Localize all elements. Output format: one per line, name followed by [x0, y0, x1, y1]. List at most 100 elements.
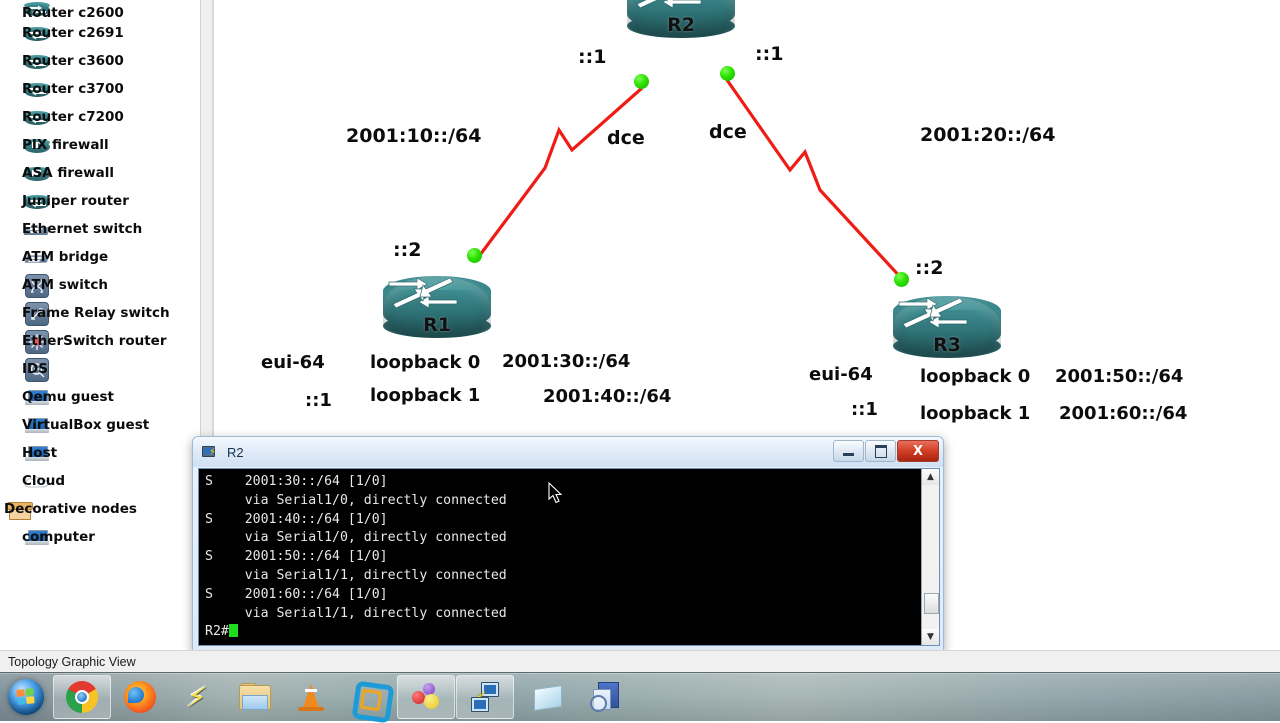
label-dce-right: dce	[709, 121, 747, 143]
sidebar-item-qemu-guest[interactable]: Qemu guest	[0, 384, 200, 412]
label-r1-loopback1: loopback 1	[370, 385, 481, 406]
router-label-r3: R3	[933, 334, 961, 356]
taskbar-winamp[interactable]: ⚡	[169, 676, 225, 718]
sidebar-item-cloud[interactable]: Cloud	[0, 468, 200, 496]
label-r3-iface: ::2	[915, 257, 944, 279]
node-types-sidebar[interactable]: Router c2600 Router c2691 Router c3600 Rout…	[0, 0, 200, 650]
label-dce-left: dce	[607, 127, 645, 149]
folder-icon	[238, 681, 271, 713]
taskbar-gns3[interactable]	[397, 675, 455, 719]
taskbar-firefox[interactable]	[112, 676, 168, 718]
sidebar-category-decorative-nodes[interactable]: Decorative nodes	[0, 496, 200, 524]
link-status-dot-r1	[467, 248, 482, 263]
console-window[interactable]: ⚡ R2 X S 2001:30::/64 [1/0] via Serial1/…	[192, 436, 944, 652]
console-network-icon: ⚡	[469, 681, 501, 713]
sidebar-item-router-c3600[interactable]: Router c3600	[0, 48, 200, 76]
taskbar-docsearch[interactable]	[577, 676, 633, 718]
sidebar-item-host[interactable]: Host	[0, 440, 200, 468]
vmware-icon	[351, 680, 395, 723]
taskbar-console[interactable]: ⚡	[456, 675, 514, 719]
label-r3-eui-addr: ::1	[851, 399, 878, 420]
label-r1-iface: ::2	[393, 239, 422, 261]
maximize-button[interactable]	[865, 440, 896, 462]
taskbar-chrome[interactable]	[53, 675, 111, 719]
mouse-cursor	[548, 482, 563, 504]
label-network-right: 2001:20::/64	[920, 124, 1056, 146]
scroll-up-arrow[interactable]: ▲	[922, 469, 939, 485]
sidebar-item-pix-firewall[interactable]: PIX firewall	[0, 132, 200, 160]
sidebar-item-label: Router c2600	[22, 4, 124, 21]
router-arrows-icon	[636, 0, 702, 9]
desktop: Router c2600 Router c2691 Router c3600 Rout…	[0, 0, 1280, 723]
sidebar-item-label: ATM switch	[22, 277, 108, 294]
console-title: R2	[227, 444, 244, 460]
chrome-icon	[66, 681, 98, 713]
window-controls[interactable]: X	[833, 440, 939, 462]
router-node-r1[interactable]: R1	[383, 276, 491, 338]
sidebar-item-label: Router c3700	[22, 81, 124, 98]
document-search-icon	[589, 681, 621, 713]
sidebar-item-virtualbox-guest[interactable]: VirtualBox guest	[0, 412, 200, 440]
sidebar-item-frame-relay-switch[interactable]: Frame Relay switch	[0, 300, 200, 328]
label-r1-eui: eui-64	[261, 352, 325, 373]
router-node-r2[interactable]: R2	[627, 0, 735, 38]
sidebar-item-router-c7200[interactable]: Router c7200	[0, 104, 200, 132]
sidebar-category-label: Decorative nodes	[4, 501, 137, 518]
link-r2-r1	[475, 86, 644, 260]
label-r1-loopback0: loopback 0	[370, 352, 481, 373]
close-button[interactable]: X	[897, 440, 939, 462]
label-r3-loopback0: loopback 0	[920, 366, 1031, 387]
label-r1-eui-addr: ::1	[305, 390, 332, 411]
sidebar-item-label: VirtualBox guest	[22, 417, 150, 434]
scrollbar-thumb[interactable]	[924, 593, 939, 614]
sidebar-item-atm-bridge[interactable]: ATM bridge	[0, 244, 200, 272]
minimize-button[interactable]	[833, 440, 864, 462]
router-label-r1: R1	[423, 314, 451, 336]
console-output-area[interactable]: S 2001:30::/64 [1/0] via Serial1/0, dire…	[198, 468, 940, 646]
sidebar-item-ethernet-switch[interactable]: Ethernet switch	[0, 216, 200, 244]
router-arrows-icon	[388, 277, 458, 309]
gns3-icon	[410, 681, 442, 713]
status-bar-text: Topology Graphic View	[8, 655, 136, 669]
sidebar-item-atm-switch[interactable]: ATM switch	[0, 272, 200, 300]
sidebar-item-router-c3700[interactable]: Router c3700	[0, 76, 200, 104]
paper-icon	[532, 681, 564, 713]
label-r3-loopback1: loopback 1	[920, 403, 1031, 424]
sidebar-item-label: ATM bridge	[22, 249, 109, 266]
sidebar-item-label: computer	[22, 529, 95, 546]
label-network-left: 2001:10::/64	[346, 125, 482, 147]
sidebar-item-label: Router c2691	[22, 25, 124, 42]
terminal-cursor	[228, 624, 238, 638]
sidebar-item-label: Qemu guest	[22, 389, 114, 406]
sidebar-item-label: Ethernet switch	[22, 221, 143, 238]
windows-flag-icon	[16, 688, 36, 706]
sidebar-item-ids[interactable]: IDS	[0, 356, 200, 384]
label-r1-loopback0-net: 2001:30::/64	[502, 351, 631, 372]
taskbar-vlc[interactable]	[283, 676, 339, 718]
scroll-down-arrow[interactable]: ▼	[922, 629, 939, 645]
label-r1-loopback1-net: 2001:40::/64	[543, 386, 672, 407]
taskbar-vmware[interactable]	[340, 676, 396, 723]
console-icon: ⚡	[202, 444, 220, 460]
sidebar-item-label: EtherSwitch router	[22, 333, 167, 350]
router-label-r2: R2	[667, 14, 695, 36]
sidebar-item-router-c2600[interactable]: Router c2600	[0, 0, 200, 20]
console-scrollbar[interactable]: ▲ ▼	[921, 469, 939, 645]
sidebar-item-label: Router c3600	[22, 53, 124, 70]
start-button[interactable]	[0, 676, 52, 718]
status-bar: Topology Graphic View	[0, 650, 1280, 673]
sidebar-item-etherswitch-router[interactable]: EtherSwitch router	[0, 328, 200, 356]
link-r2-r3	[725, 79, 905, 282]
sidebar-item-computer[interactable]: computer	[0, 524, 200, 552]
sidebar-item-juniper-router[interactable]: Juniper router	[0, 188, 200, 216]
firefox-icon	[124, 681, 156, 713]
taskbar-paper[interactable]	[520, 676, 576, 718]
windows-taskbar[interactable]: ⚡ ⚡	[0, 672, 1280, 723]
router-arrows-icon	[898, 297, 968, 329]
router-node-r3[interactable]: R3	[893, 296, 1001, 358]
sidebar-item-asa-firewall[interactable]: ASA firewall	[0, 160, 200, 188]
console-titlebar[interactable]: ⚡ R2 X	[193, 437, 943, 467]
taskbar-explorer[interactable]	[226, 676, 282, 718]
sidebar-item-router-c2691[interactable]: Router c2691	[0, 20, 200, 48]
label-r2-right-iface: ::1	[755, 43, 784, 65]
